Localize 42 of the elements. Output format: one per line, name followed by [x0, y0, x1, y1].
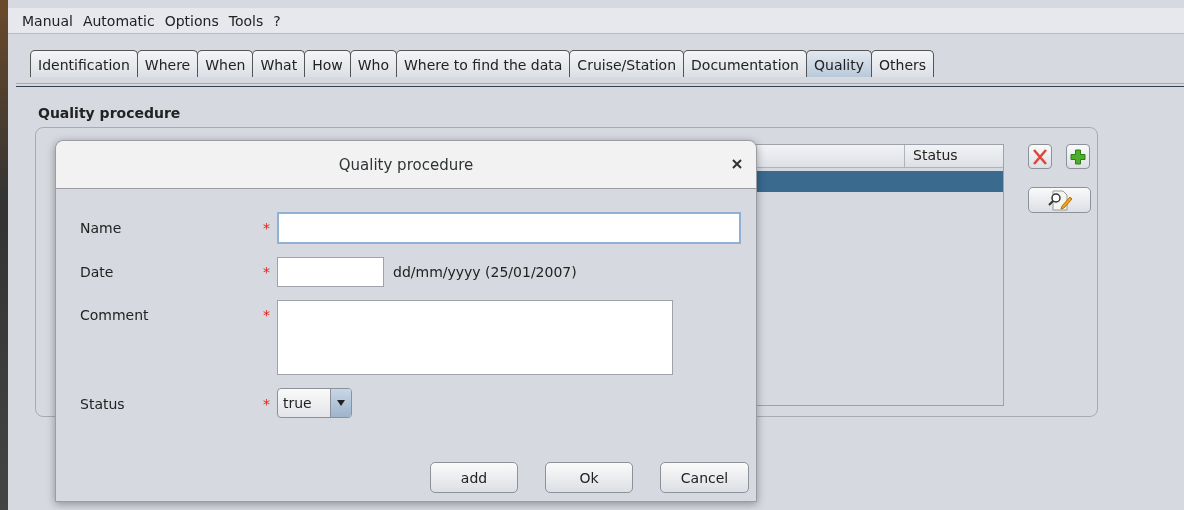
required-marker: * — [263, 306, 271, 325]
menu-item[interactable]: Manual — [20, 12, 75, 29]
tab[interactable]: Where — [136, 50, 199, 77]
section-title: Quality procedure — [38, 105, 182, 123]
date-field[interactable] — [277, 257, 384, 287]
required-marker: * — [263, 395, 271, 414]
tab[interactable]: Identification — [30, 50, 138, 77]
tab[interactable]: Who — [349, 50, 397, 77]
tab[interactable]: Quality — [806, 50, 873, 77]
comment-field[interactable] — [277, 300, 673, 375]
caret-icon — [337, 400, 345, 406]
status-dropdown[interactable]: true — [277, 388, 352, 418]
menu-item[interactable]: Automatic — [80, 12, 157, 29]
field-label: Date — [80, 263, 115, 282]
dialog-button[interactable]: Ok — [545, 462, 633, 493]
delete-button[interactable] — [1028, 144, 1052, 169]
required-marker: * — [263, 263, 271, 282]
tab[interactable]: Others — [871, 50, 935, 77]
tab[interactable]: What — [252, 50, 306, 77]
tab[interactable]: Where to find the data — [396, 50, 571, 77]
close-button[interactable] — [732, 159, 742, 169]
date-format-hint: dd/mm/yyyy (25/01/2007) — [393, 263, 577, 282]
field-label: Status — [80, 395, 126, 414]
column-header[interactable]: Status — [904, 145, 1003, 167]
menu-item[interactable]: Tools — [226, 12, 266, 29]
name-field[interactable] — [277, 212, 741, 244]
dialog-title: Quality procedure — [338, 155, 474, 174]
menu-item[interactable]: Options — [162, 12, 221, 29]
add-button[interactable] — [1066, 144, 1090, 169]
close-icon — [732, 159, 742, 169]
tab[interactable]: Cruise/Station — [569, 50, 685, 77]
required-marker: * — [263, 219, 271, 238]
menu-item[interactable]: ? — [271, 12, 283, 29]
plus-icon — [1068, 146, 1088, 167]
dialog-button[interactable]: add — [430, 462, 518, 493]
edit-button[interactable] — [1028, 187, 1091, 213]
tab[interactable]: When — [197, 50, 254, 77]
tab[interactable]: Documentation — [683, 50, 807, 77]
tab[interactable]: How — [304, 50, 351, 77]
dialog-button[interactable]: Cancel — [660, 462, 749, 493]
field-label: Comment — [80, 306, 150, 325]
field-label: Name — [80, 219, 123, 238]
